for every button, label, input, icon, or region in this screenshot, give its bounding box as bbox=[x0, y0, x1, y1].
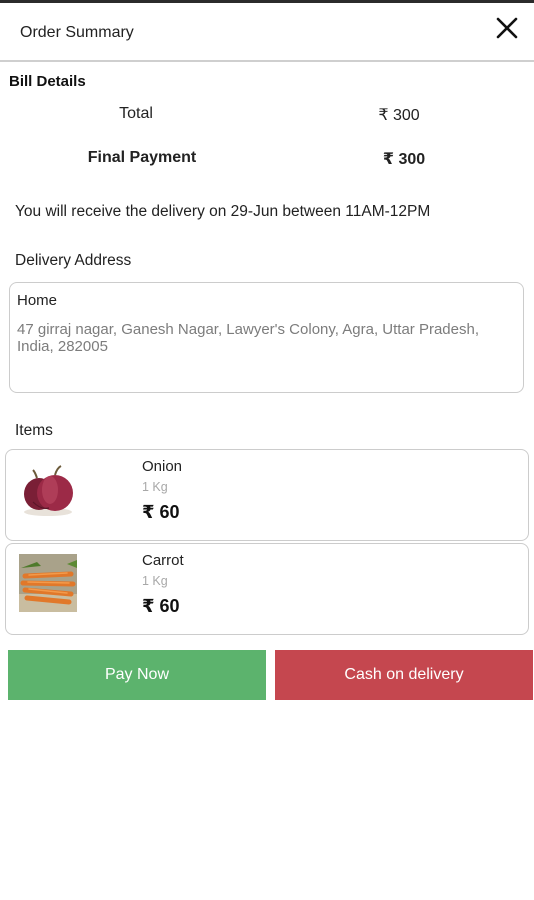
item-price: ₹ 60 bbox=[142, 502, 180, 522]
final-payment-value: ₹ 300 bbox=[382, 151, 426, 168]
item-price: ₹ 60 bbox=[142, 596, 180, 616]
total-label: Total bbox=[119, 105, 153, 122]
item-quantity: 1 Kg bbox=[142, 480, 168, 494]
onion-image bbox=[19, 460, 77, 518]
delivery-address-box[interactable]: Home 47 girraj nagar, Ganesh Nagar, Lawy… bbox=[9, 282, 524, 393]
page-title: Order Summary bbox=[20, 24, 134, 41]
item-quantity: 1 Kg bbox=[142, 574, 168, 588]
close-button[interactable] bbox=[494, 15, 520, 41]
item-name: Carrot bbox=[142, 552, 184, 569]
item-name: Onion bbox=[142, 458, 183, 475]
pay-now-button[interactable]: Pay Now bbox=[8, 650, 266, 700]
address-label: Home bbox=[17, 292, 58, 309]
item-card-onion[interactable]: Onion 1 Kg ₹ 60 bbox=[5, 449, 529, 541]
bill-details-heading: Bill Details bbox=[9, 73, 86, 90]
item-card-carrot[interactable]: Carrot 1 Kg ₹ 60 bbox=[5, 543, 529, 635]
delivery-address-heading: Delivery Address bbox=[15, 252, 132, 269]
close-icon bbox=[496, 17, 518, 39]
total-value: ₹ 300 bbox=[378, 107, 420, 124]
carrot-image bbox=[19, 554, 77, 612]
address-text: 47 girraj nagar, Ganesh Nagar, Lawyer's … bbox=[17, 321, 479, 355]
items-heading: Items bbox=[15, 422, 53, 439]
final-payment-label: Final Payment bbox=[87, 149, 197, 166]
bill-row-total: Total ₹ 300 bbox=[0, 105, 534, 127]
bill-row-final: Final Payment ₹ 300 bbox=[0, 149, 534, 171]
cash-on-delivery-button[interactable]: Cash on delivery bbox=[275, 650, 533, 700]
order-summary-header: Order Summary bbox=[0, 3, 534, 62]
delivery-time-note: You will receive the delivery on 29-Jun … bbox=[15, 203, 431, 220]
